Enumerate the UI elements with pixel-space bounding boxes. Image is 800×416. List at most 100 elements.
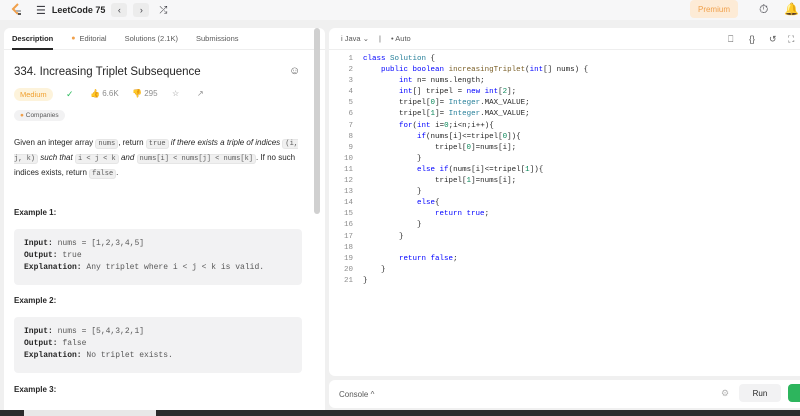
tab-label: Description: [12, 34, 54, 43]
tab-label: Solutions (2.1K): [124, 34, 178, 43]
prev-problem-button[interactable]: ‹: [111, 3, 128, 17]
reset-icon[interactable]: ↺: [769, 34, 777, 45]
code-editor-panel: i Java ⌄ | • Auto ⎕ {} ↺ ⛶ 1 class Soluti…: [329, 28, 800, 376]
code-line[interactable]: 1 class Solution {: [329, 54, 588, 65]
code-line[interactable]: 13 }: [329, 187, 588, 198]
code-text: int n= nums.length;: [399, 77, 485, 86]
line-number: 5: [348, 99, 353, 108]
code-line[interactable]: 12 tripel[1]=nums[i];: [329, 176, 588, 187]
tab-description[interactable]: Description: [12, 28, 54, 50]
code-line[interactable]: 16 }: [329, 220, 588, 231]
shuffle-icon[interactable]: ⤮: [159, 5, 167, 16]
output-label: Output:: [24, 251, 58, 260]
code-text: return false;: [399, 254, 458, 263]
code-text: }: [363, 221, 422, 230]
input-value: nums = [1,2,3,4,5]: [57, 239, 145, 248]
dot-icon: •: [390, 34, 394, 43]
code-text: class Solution {: [363, 55, 436, 63]
tab-submissions[interactable]: Submissions: [196, 28, 239, 50]
output-value: true: [62, 251, 82, 260]
thumbs-down-icon: 👎: [132, 89, 142, 98]
code-line[interactable]: 3 int n= nums.length;: [329, 76, 588, 87]
code-text: else if(nums[i]<=tripel[1]){: [417, 165, 544, 174]
line-number: 10: [343, 154, 353, 163]
inline-code: nums[i] < nums[j] < nums[k]: [136, 154, 256, 164]
code-line[interactable]: 20 }: [329, 265, 588, 276]
problem-tabs: Description ● Editorial Solutions (2.1K) …: [4, 28, 325, 50]
example-box: Input: nums = [5,4,3,2,1] Output: false …: [14, 317, 302, 373]
share-icon[interactable]: ↗: [197, 89, 204, 98]
companies-tag[interactable]: ● Companies: [14, 110, 65, 121]
line-number: 13: [343, 188, 353, 197]
code-line[interactable]: 4 int[] tripel = new int[2];: [329, 87, 588, 98]
line-number: 6: [348, 110, 353, 119]
explanation-value: Any triplet where i < j < k is valid.: [86, 263, 265, 272]
line-number: 16: [343, 221, 353, 230]
code-line[interactable]: 19 return false;: [329, 254, 588, 265]
code-area[interactable]: 1 class Solution {2 public boolean increa…: [329, 54, 588, 287]
code-text: tripel[1]=nums[i];: [435, 177, 517, 186]
line-number: 3: [348, 77, 353, 86]
leetcode-logo[interactable]: [10, 3, 24, 17]
line-number: 11: [343, 165, 353, 174]
code-line[interactable]: 14 else{: [329, 198, 588, 209]
lock-icon: ●: [20, 112, 24, 119]
code-line[interactable]: 6 tripel[1]= Integer.MAX_VALUE;: [329, 109, 588, 120]
like-button[interactable]: 👍 6.6K: [90, 89, 119, 98]
code-line[interactable]: 5 tripel[0]= Integer.MAX_VALUE;: [329, 98, 588, 109]
code-line[interactable]: 10 }: [329, 154, 588, 165]
difficulty-badge: Medium: [14, 88, 53, 101]
timer-icon[interactable]: ⏱: [759, 2, 768, 17]
console-bar: Console ^ ⚙ Run: [329, 380, 800, 408]
description-panel: Description ● Editorial Solutions (2.1K) …: [4, 28, 325, 416]
code-line[interactable]: 2 public boolean increasingTriplet(int[]…: [329, 65, 588, 76]
fullscreen-icon[interactable]: ⛶: [788, 34, 794, 45]
submit-button[interactable]: [788, 384, 800, 402]
braces-icon[interactable]: {}: [749, 34, 755, 44]
chevron-down-icon: ⌄: [362, 34, 369, 43]
code-line[interactable]: 18: [329, 243, 588, 254]
auto-mode[interactable]: • Auto: [391, 34, 411, 43]
explanation-label: Explanation:: [24, 263, 82, 272]
language-selector[interactable]: i Java ⌄: [341, 34, 369, 43]
top-navbar: ☰ LeetCode 75 ‹ › ⤮ Premium ⏱ 🔔: [0, 0, 800, 20]
line-number: 14: [343, 199, 353, 208]
star-icon[interactable]: ☆: [172, 89, 179, 98]
tab-editorial[interactable]: ● Editorial: [71, 28, 106, 50]
desc-text: such that: [38, 153, 75, 162]
description-scrollbar[interactable]: [314, 28, 320, 214]
console-toggle[interactable]: Console ^: [339, 390, 374, 399]
code-text: tripel[0]= Integer.MAX_VALUE;: [399, 99, 530, 108]
tab-label: Editorial: [79, 34, 107, 43]
next-problem-button[interactable]: ›: [133, 3, 150, 17]
desc-text: and: [118, 153, 137, 162]
code-line[interactable]: 7 for(int i=0;i<n;i++){: [329, 121, 588, 132]
bell-icon[interactable]: 🔔: [784, 2, 799, 16]
debug-icon[interactable]: ⚙: [721, 388, 729, 399]
bookmark-icon[interactable]: ⎕: [728, 34, 733, 45]
input-label: Input:: [24, 327, 53, 336]
inline-code: nums: [95, 139, 119, 149]
taskbar-window[interactable]: [24, 410, 156, 416]
list-icon[interactable]: ☰: [36, 4, 46, 17]
code-line[interactable]: 11 else if(nums[i]<=tripel[1]){: [329, 165, 588, 176]
code-line[interactable]: 15 return true;: [329, 209, 588, 220]
tab-solutions[interactable]: Solutions (2.1K): [125, 28, 178, 50]
code-line[interactable]: 9 tripel[0]=nums[i];: [329, 143, 588, 154]
problem-list-title[interactable]: LeetCode 75: [52, 5, 106, 15]
code-line[interactable]: 21}: [329, 276, 588, 287]
problem-title[interactable]: 334. Increasing Triplet Subsequence: [14, 66, 201, 78]
desc-text: .: [116, 168, 119, 177]
desc-text: Given an integer array: [14, 138, 96, 147]
dislike-button[interactable]: 👎 295: [132, 89, 158, 98]
code-line[interactable]: 8 if(nums[i]<=tripel[0]){: [329, 132, 588, 143]
example-title: Example 2:: [14, 296, 57, 305]
code-text: tripel[0]=nums[i];: [435, 143, 517, 152]
code-text: }: [363, 276, 368, 285]
run-button[interactable]: Run: [739, 384, 781, 402]
code-text: for(int i=0;i<n;i++){: [399, 121, 494, 130]
inline-code: i < j < k: [74, 154, 119, 164]
premium-button[interactable]: Premium: [690, 0, 738, 18]
more-options-icon[interactable]: ☺: [289, 65, 300, 77]
code-line[interactable]: 17 }: [329, 232, 588, 243]
